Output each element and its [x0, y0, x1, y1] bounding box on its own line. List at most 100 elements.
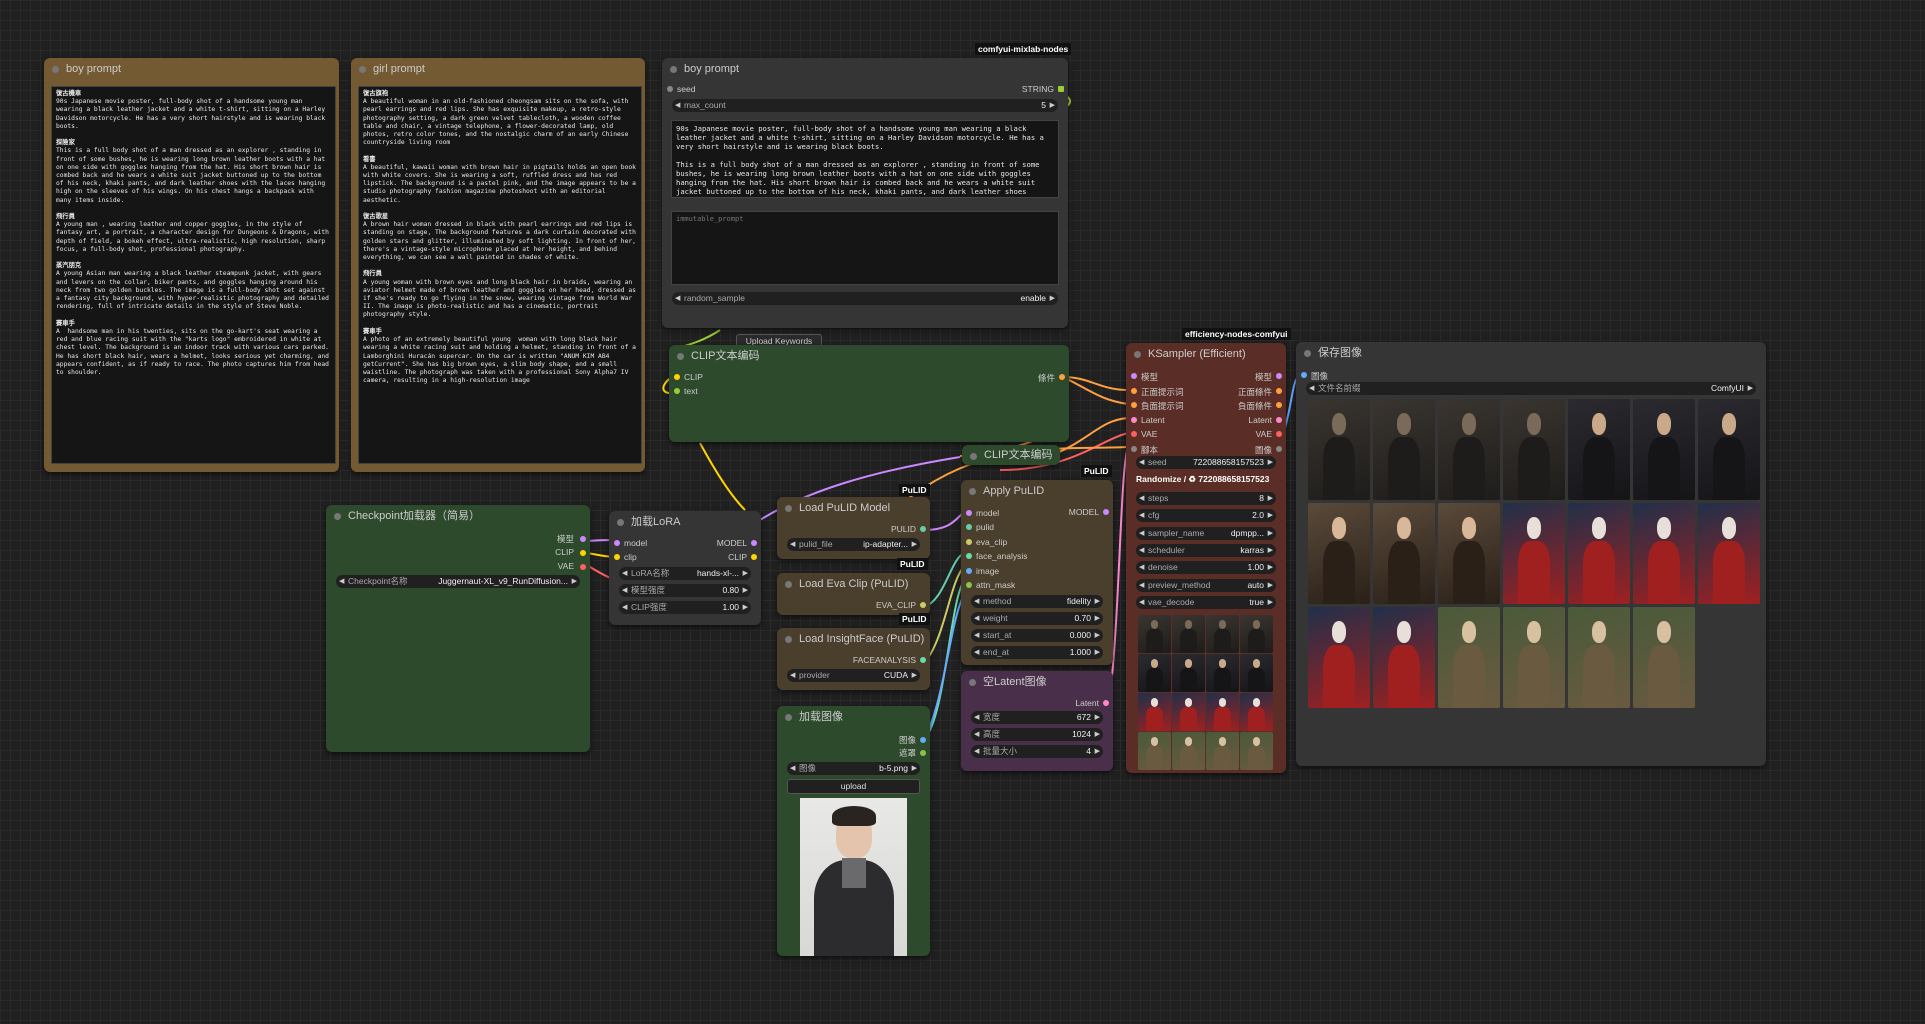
- output-image-thumb: [1568, 399, 1630, 500]
- max-count-widget[interactable]: max_count5: [672, 99, 1058, 112]
- output-image-thumb: [1308, 503, 1370, 604]
- ks-input-dot[interactable]: [1131, 402, 1137, 409]
- string-output-label: STRING: [1021, 84, 1054, 94]
- preview-thumb: [1206, 693, 1239, 731]
- load-lora-node[interactable]: 加载LoRA model clip MODEL CLIP LoRA名称hands…: [609, 511, 761, 625]
- image-input-dot[interactable]: [1301, 372, 1307, 378]
- clip-input-dot[interactable]: [674, 374, 680, 380]
- widget--[interactable]: 批量大小 4: [971, 745, 1103, 758]
- lora-name-widget[interactable]: LoRA名称hands-xl-...: [619, 567, 751, 580]
- section-heading: 探險家: [56, 139, 75, 147]
- attn_mask-input-dot[interactable]: [966, 582, 972, 588]
- text-input-dot[interactable]: [674, 388, 680, 394]
- widget--[interactable]: 宽度 672: [971, 711, 1103, 724]
- conditioning-output-dot[interactable]: [1059, 374, 1065, 380]
- pulid-output-dot[interactable]: [920, 526, 926, 532]
- ks-output-dot[interactable]: [1276, 387, 1282, 394]
- ks-input-dot[interactable]: [1131, 446, 1137, 452]
- image-output-dot[interactable]: [920, 737, 926, 743]
- widget-vae-decode[interactable]: vae_decode true: [1136, 595, 1276, 609]
- preview-thumb: [1206, 654, 1239, 692]
- clip-output-label: CLIP: [728, 552, 747, 562]
- ks-input-dot[interactable]: [1131, 431, 1137, 438]
- clip-strength-widget[interactable]: CLIP强度1.00: [619, 601, 751, 614]
- checkpoint-name-widget[interactable]: Checkpoint名称Juggernaut-XL_v9_RunDiffusio…: [336, 575, 580, 588]
- model-input-dot[interactable]: [614, 540, 620, 546]
- clip-input-label: CLIP: [684, 372, 703, 382]
- immutable-prompt-textarea[interactable]: immutable_prompt: [671, 211, 1059, 285]
- widget-value: 4: [1086, 746, 1091, 756]
- save-image-node[interactable]: 保存图像 圖像 文件名前缀ComfyUI: [1296, 342, 1766, 766]
- prompt-textarea[interactable]: 復古旗袍 A beautiful woman in an old-fashion…: [358, 86, 642, 464]
- image-input-dot[interactable]: [966, 567, 972, 574]
- clip-input-dot[interactable]: [614, 554, 620, 560]
- random-prompt-node[interactable]: boy prompt seed STRING max_count5 90s Ja…: [662, 58, 1068, 328]
- upload-button[interactable]: upload: [787, 779, 920, 794]
- faceanalysis-output-dot[interactable]: [920, 657, 926, 663]
- widget-method[interactable]: method fidelity: [971, 595, 1103, 608]
- vae-output-dot[interactable]: [580, 564, 586, 570]
- pulid-input-dot[interactable]: [966, 524, 972, 531]
- provider-widget[interactable]: providerCUDA: [787, 669, 920, 682]
- ks-input-dot[interactable]: [1131, 416, 1137, 423]
- eva_clip-input-dot[interactable]: [966, 538, 972, 545]
- ksampler-efficient-node[interactable]: KSampler (Efficient) 模型 模型 正面提示词 正面條件 負面提示词 負…: [1126, 343, 1286, 773]
- empty-latent-node[interactable]: 空Latent图像 Latent 宽度 672 高度 1024 批量大小 4: [961, 671, 1113, 771]
- mask-output-dot[interactable]: [920, 750, 926, 756]
- model-input-dot[interactable]: [966, 510, 972, 516]
- seed-widget[interactable]: seed722088658157523: [1136, 456, 1276, 469]
- pulid-file-widget[interactable]: pulid_fileip-adapter...: [787, 538, 920, 551]
- load-pulid-model-node[interactable]: Load PuLID Model PULID pulid_fileip-adap…: [777, 497, 930, 559]
- figure-head: [1461, 517, 1477, 540]
- widget-denoise[interactable]: denoise 1.00: [1136, 561, 1276, 575]
- model-output-dot[interactable]: [580, 536, 586, 542]
- prompt-textarea[interactable]: 復古機車 90s Japanese movie poster, full-bod…: [51, 86, 336, 464]
- boy-prompt-note[interactable]: boy prompt 復古機車 90s Japanese movie poste…: [44, 58, 339, 472]
- filename-prefix-widget[interactable]: 文件名前缀ComfyUI: [1306, 382, 1756, 395]
- widget--[interactable]: 高度 1024: [971, 728, 1103, 741]
- checkpoint-loader-node[interactable]: Checkpoint加载器（简易） 模型 CLIP VAE Checkpoint…: [326, 505, 590, 752]
- seed-input-dot[interactable]: [667, 86, 673, 92]
- widget-sampler-name[interactable]: sampler_name dpmpp...: [1136, 526, 1276, 540]
- widget-start-at[interactable]: start_at 0.000: [971, 629, 1103, 642]
- string-output-dot[interactable]: [1058, 86, 1064, 92]
- ks-output-dot[interactable]: [1276, 431, 1282, 438]
- girl-prompt-note[interactable]: girl prompt 復古旗袍 A beautiful woman in an…: [351, 58, 645, 472]
- ks-output-dot[interactable]: [1276, 402, 1282, 409]
- figure-head: [1252, 620, 1261, 629]
- model-output-dot[interactable]: [1103, 509, 1109, 515]
- ks-input-dot[interactable]: [1131, 387, 1137, 394]
- output-image-thumb: [1503, 503, 1565, 604]
- clip-text-encode-collapsed[interactable]: CLIP文本编码: [962, 445, 1060, 465]
- widget-weight[interactable]: weight 0.70: [971, 612, 1103, 625]
- widget-preview-method[interactable]: preview_method auto: [1136, 578, 1276, 592]
- eva-clip-output-dot[interactable]: [920, 602, 926, 608]
- widget-end-at[interactable]: end_at 1.000: [971, 646, 1103, 659]
- model-strength-widget[interactable]: 模型强度0.80: [619, 584, 751, 597]
- ks-output-dot[interactable]: [1276, 416, 1282, 423]
- prompt-preview-textarea[interactable]: 90s Japanese movie poster, full-body sho…: [671, 120, 1059, 198]
- image-file-widget[interactable]: 图像b-5.png: [787, 762, 920, 775]
- image-input-label: 圖像: [1311, 371, 1329, 381]
- apply-pulid-node[interactable]: Apply PuLID model pulid eva_clip face_analy…: [961, 480, 1113, 665]
- latent-output-dot[interactable]: [1103, 700, 1109, 706]
- load-eva-clip-node[interactable]: Load Eva Clip (PuLID) EVA_CLIP: [777, 573, 930, 615]
- random-sample-widget[interactable]: random_sampleenable: [672, 292, 1058, 305]
- ks-input-dot[interactable]: [1131, 373, 1137, 379]
- model-output-dot[interactable]: [751, 540, 757, 546]
- widget-scheduler[interactable]: scheduler karras: [1136, 543, 1276, 557]
- load-insightface-node[interactable]: Load InsightFace (PuLID) FACEANALYSIS pr…: [777, 628, 930, 690]
- load-image-node[interactable]: 加载图像 图像 遮罩 图像b-5.png upload: [777, 706, 930, 956]
- clip-output-dot[interactable]: [580, 550, 586, 556]
- widget-steps[interactable]: steps 8: [1136, 492, 1276, 505]
- randomize-control[interactable]: Randomize / ♻ 722088658157523: [1136, 474, 1269, 485]
- ks-output-dot[interactable]: [1276, 373, 1282, 379]
- clip-text-encode-node[interactable]: CLIP文本编码 CLIP text 條件: [669, 345, 1069, 442]
- widget-cfg[interactable]: cfg 2.0: [1136, 509, 1276, 523]
- face_analysis-input-dot[interactable]: [966, 553, 972, 560]
- widget-value: 1.00: [1247, 562, 1264, 573]
- figure-body: [1517, 645, 1551, 708]
- figure-head: [1184, 659, 1193, 668]
- ks-output-dot[interactable]: [1276, 446, 1282, 452]
- clip-output-dot[interactable]: [751, 554, 757, 560]
